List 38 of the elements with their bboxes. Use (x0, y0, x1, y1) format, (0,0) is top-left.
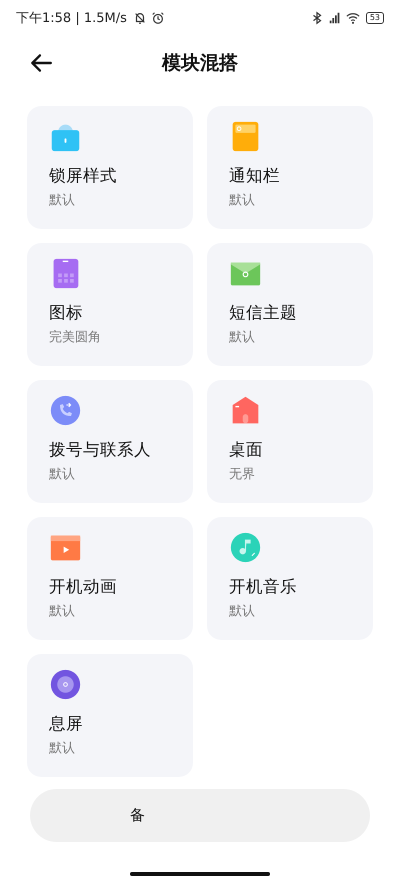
module-value: 默认 (229, 192, 255, 209)
alarm-icon (150, 11, 165, 25)
module-card[interactable]: 锁屏样式 默认 (27, 106, 193, 229)
module-card[interactable]: 开机动画 默认 (27, 517, 193, 640)
module-value: 默认 (229, 329, 255, 346)
module-name: 锁屏样式 (49, 165, 117, 187)
module-card[interactable]: 拨号与联系人 默认 (27, 380, 193, 503)
module-value: 无界 (229, 466, 255, 483)
battery-icon: 53 (366, 12, 384, 24)
module-value: 完美圆角 (49, 329, 101, 346)
module-value: 默认 (49, 192, 75, 209)
module-name: 图标 (49, 302, 83, 324)
module-name: 通知栏 (229, 165, 280, 187)
module-name: 桌面 (229, 439, 263, 461)
module-name: 开机音乐 (229, 576, 297, 598)
module-name: 短信主题 (229, 302, 297, 324)
module-card[interactable]: 桌面 无界 (207, 380, 373, 503)
page-title: 模块混搭 (162, 51, 238, 76)
module-value: 默认 (229, 603, 255, 620)
phone-icon (49, 394, 82, 427)
module-name: 开机动画 (49, 576, 117, 598)
module-card[interactable]: 通知栏 默认 (207, 106, 373, 229)
music-note-icon (229, 531, 262, 564)
module-name: 拨号与联系人 (49, 439, 151, 461)
bottom-button[interactable]: 备 (30, 789, 370, 842)
module-card[interactable]: 图标 完美圆角 (27, 243, 193, 366)
signal-icon (328, 11, 342, 25)
bell-off-icon (132, 11, 147, 25)
module-card[interactable]: 息屏 默认 (27, 654, 193, 777)
module-value: 默认 (49, 740, 75, 757)
module-value: 默认 (49, 603, 75, 620)
flower-icon (49, 668, 82, 701)
module-value: 默认 (49, 466, 75, 483)
module-card[interactable]: 开机音乐 默认 (207, 517, 373, 640)
wifi-icon (346, 11, 360, 25)
module-card[interactable]: 短信主题 默认 (207, 243, 373, 366)
status-time: 下午1:58 | 1.5M/s (16, 10, 127, 27)
module-name: 息屏 (49, 713, 83, 735)
